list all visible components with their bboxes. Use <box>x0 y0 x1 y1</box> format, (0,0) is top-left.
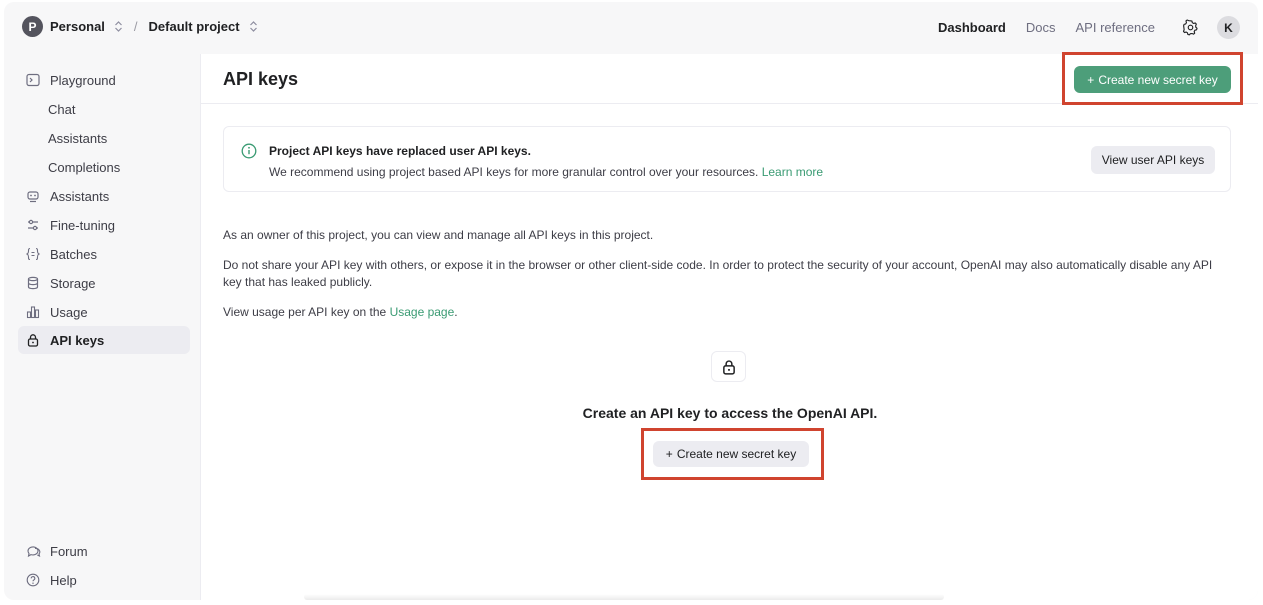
lock-icon <box>25 332 41 348</box>
highlight-box <box>641 428 824 480</box>
security-warning: Do not share your API key with others, o… <box>223 258 1213 289</box>
project-selector[interactable]: Default project <box>149 19 240 34</box>
sidebar-item-forum[interactable]: Forum <box>18 537 190 565</box>
usage-note-text: View usage per API key on the <box>223 305 387 319</box>
sidebar-item-label: Batches <box>50 246 97 262</box>
scroll-shadow <box>304 594 944 600</box>
sidebar-item-chat[interactable]: Chat <box>18 95 190 123</box>
sidebar-item-help[interactable]: Help <box>18 566 190 594</box>
sidebar-item-label: Help <box>50 572 77 588</box>
notice-title: Project API keys have replaced user API … <box>269 144 531 158</box>
sidebar-item-label: Assistants <box>50 188 110 204</box>
usage-note: View usage per API key on the Usage page… <box>223 304 1233 321</box>
learn-more-link[interactable]: Learn more <box>762 165 823 179</box>
chevron-updown-icon[interactable] <box>114 20 123 33</box>
sidebar-item-usage[interactable]: Usage <box>18 298 190 326</box>
sidebar-item-label: Forum <box>50 543 88 559</box>
sidebar-item-assistants-playground[interactable]: Assistants <box>18 124 190 152</box>
gear-icon[interactable] <box>1181 19 1199 37</box>
notice-body-text: We recommend using project based API key… <box>269 165 759 179</box>
nav-dashboard[interactable]: Dashboard <box>938 20 1006 35</box>
user-avatar[interactable]: K <box>1217 16 1240 39</box>
sidebar-item-label: Fine-tuning <box>50 217 116 233</box>
lock-icon <box>711 351 746 382</box>
nav-api-reference[interactable]: API reference <box>1076 20 1156 35</box>
sidebar-item-label: Playground <box>50 72 116 88</box>
top-nav: Dashboard Docs API reference K <box>918 16 1240 39</box>
sidebar-item-label: Assistants <box>48 130 108 146</box>
sidebar-item-label: Usage <box>50 304 88 320</box>
sliders-icon <box>25 217 41 233</box>
database-icon <box>25 275 41 291</box>
sidebar-item-completions[interactable]: Completions <box>18 153 190 181</box>
sidebar-item-label: Completions <box>48 159 121 175</box>
breadcrumb: P Personal / Default project <box>22 16 258 37</box>
sidebar-item-label: Chat <box>48 101 76 117</box>
sidebar-item-batches[interactable]: Batches <box>18 240 190 268</box>
owner-description: As an owner of this project, you can vie… <box>223 228 654 242</box>
terminal-icon <box>25 72 41 88</box>
org-selector[interactable]: Personal <box>50 19 105 34</box>
sidebar-item-api-keys[interactable]: API keys <box>18 326 190 354</box>
usage-note-period: . <box>454 305 458 319</box>
robot-icon <box>25 188 41 204</box>
sidebar-item-assistants[interactable]: Assistants <box>18 182 190 210</box>
sidebar-item-label: API keys <box>50 332 105 348</box>
highlight-box <box>1062 52 1243 105</box>
usage-page-link[interactable]: Usage page <box>390 305 455 319</box>
chevron-updown-icon[interactable] <box>249 20 258 33</box>
org-avatar[interactable]: P <box>22 16 43 37</box>
sidebar: Playground Chat Assistants Completions A… <box>4 54 200 600</box>
chat-bubbles-icon <box>25 543 41 559</box>
top-bar: P Personal / Default project Dashboard D… <box>4 2 1258 54</box>
bar-chart-icon <box>25 304 41 320</box>
braces-icon <box>25 246 41 262</box>
sidebar-item-playground[interactable]: Playground <box>18 66 190 94</box>
info-icon <box>241 143 257 159</box>
view-user-api-keys-button[interactable]: View user API keys <box>1091 146 1215 174</box>
sidebar-item-label: Storage <box>50 275 96 291</box>
page-title: API keys <box>223 69 299 89</box>
sidebar-item-storage[interactable]: Storage <box>18 269 190 297</box>
app-window: P Personal / Default project Dashboard D… <box>4 2 1258 600</box>
main-panel: API keys + Create new secret key Project… <box>200 52 1258 600</box>
help-circle-icon <box>25 572 41 588</box>
page-header: API keys + Create new secret key <box>201 52 1258 105</box>
breadcrumb-separator: / <box>133 19 138 34</box>
nav-docs[interactable]: Docs <box>1026 20 1056 35</box>
notice-banner: Project API keys have replaced user API … <box>223 126 1231 192</box>
empty-state-text: Create an API key to access the OpenAI A… <box>582 405 878 421</box>
sidebar-item-fine-tuning[interactable]: Fine-tuning <box>18 211 190 239</box>
notice-body: We recommend using project based API key… <box>269 165 823 179</box>
